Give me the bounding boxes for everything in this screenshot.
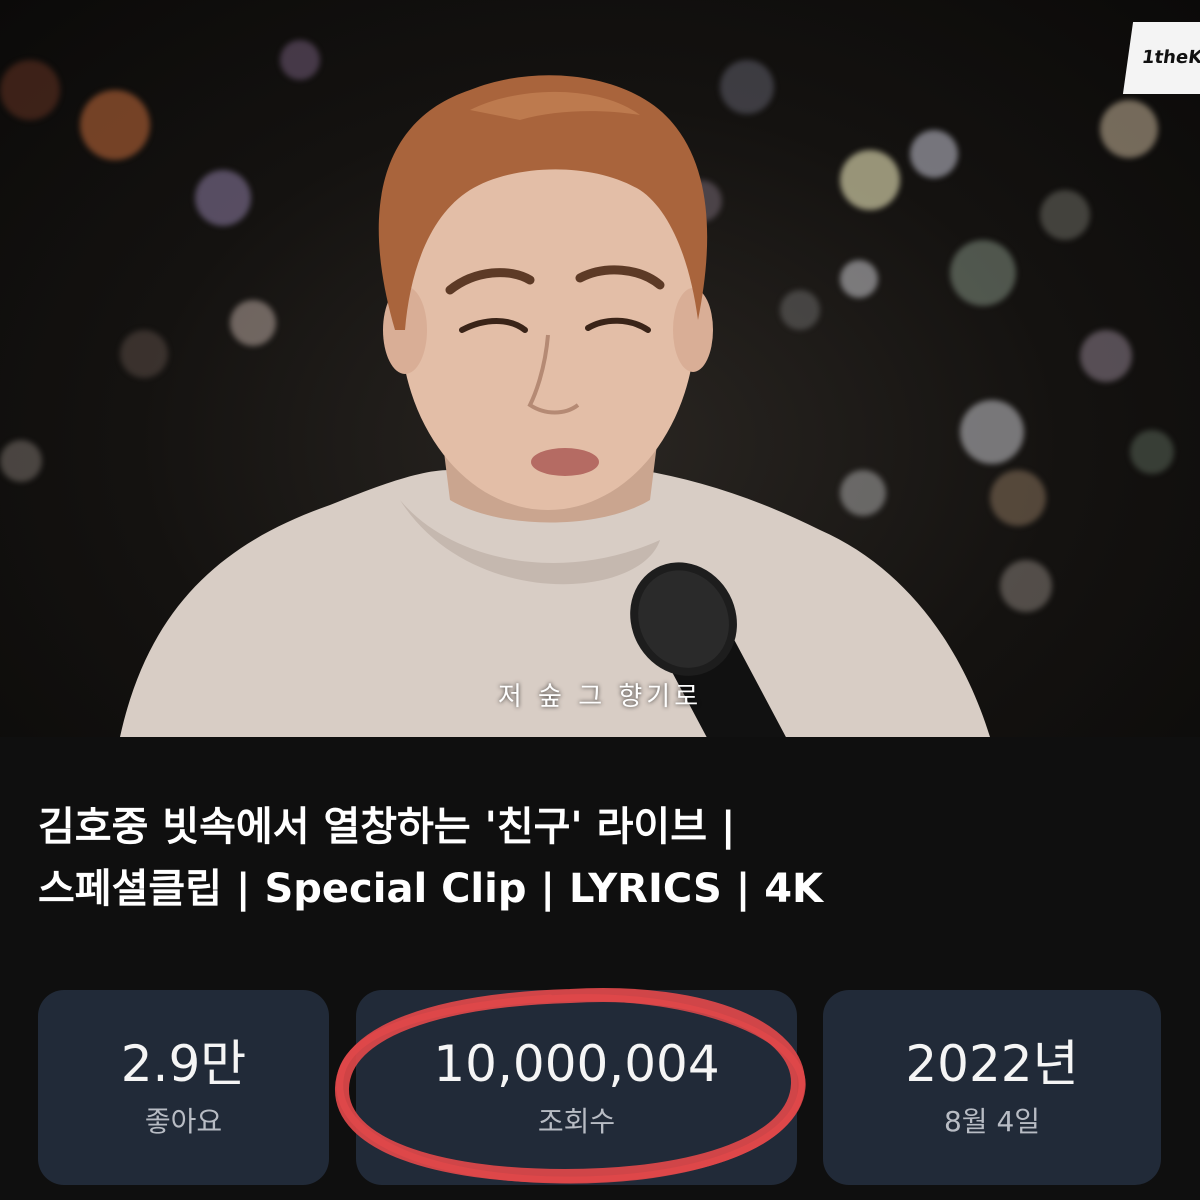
video-title-line-1: 김호중 빗속에서 열창하는 '친구' 라이브 | [38, 804, 736, 850]
video-title-line-2: 스페셜클립 | Special Clip | LYRICS | 4K [38, 866, 824, 912]
likes-label: 좋아요 [144, 1105, 223, 1138]
singer-figure [120, 75, 990, 737]
views-count: 10,000,004 [433, 1035, 720, 1093]
upload-year: 2022년 [905, 1035, 1079, 1093]
upload-day: 8월 4일 [943, 1105, 1041, 1138]
views-card: 10,000,004 조회수 [356, 990, 797, 1185]
video-subtitle: 저 숲 그 향기로 [497, 682, 703, 712]
video-player[interactable]: 1theK 저 숲 그 향기로 [0, 0, 1200, 737]
likes-count: 2.9만 [120, 1035, 247, 1093]
video-title: 김호중 빗속에서 열창하는 '친구' 라이브 | 스페셜클립 | Special… [38, 796, 1168, 920]
upload-date-card: 2022년 8월 4일 [823, 990, 1161, 1185]
likes-card[interactable]: 2.9만 좋아요 [38, 990, 329, 1185]
views-label: 조회수 [537, 1105, 616, 1138]
channel-logo: 1theK [1122, 22, 1200, 94]
